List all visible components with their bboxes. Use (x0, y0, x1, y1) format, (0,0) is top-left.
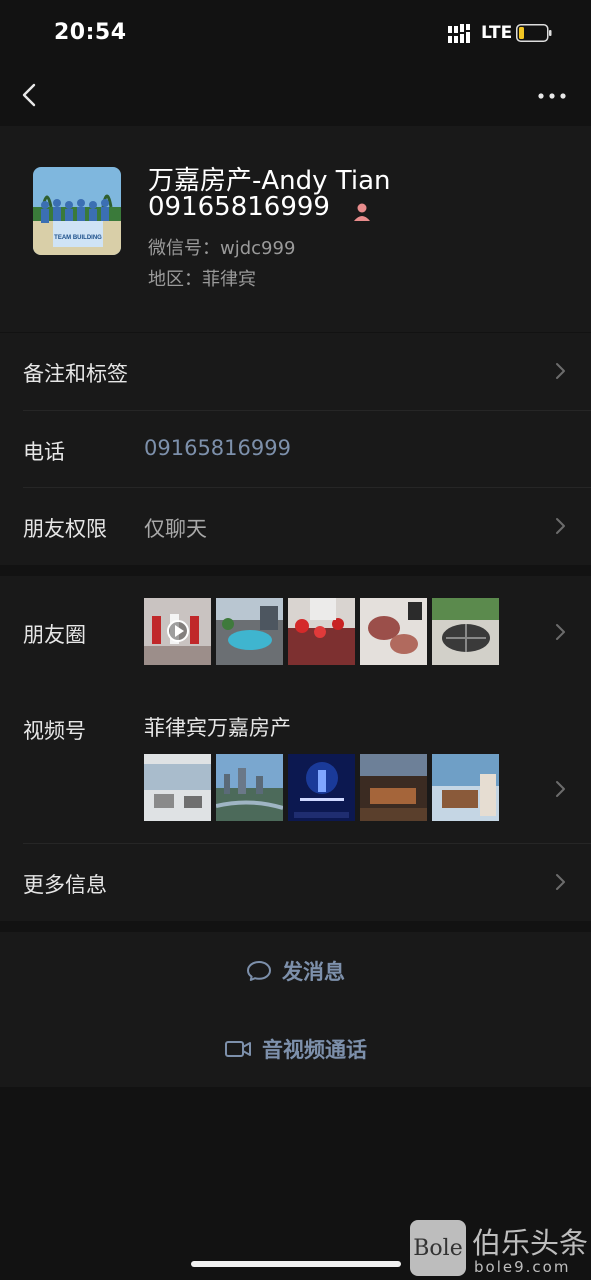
channels-row[interactable]: 视频号 菲律宾万嘉房产 (0, 686, 591, 843)
channels-thumbnails (144, 754, 499, 821)
send-message-button[interactable]: 发消息 (0, 936, 591, 1006)
more-info-row[interactable]: 更多信息 (0, 843, 591, 921)
channels-video[interactable] (144, 754, 211, 821)
moments-photo[interactable] (360, 598, 427, 665)
avatar-banner-text: TEAM BUILDING (54, 235, 102, 241)
moments-row[interactable]: 朋友圈 (0, 576, 591, 686)
profile-header: TEAM BUILDING 万嘉房产-Andy Tian 09165816999… (0, 126, 591, 332)
av-call-button[interactable]: 音视频通话 (0, 1014, 591, 1084)
network-type: LTE (481, 23, 513, 43)
moments-photo[interactable] (288, 598, 355, 665)
permission-value: 仅聊天 (144, 517, 207, 541)
female-person-icon (354, 203, 370, 221)
channels-video[interactable] (360, 754, 427, 821)
signal-bars-icon (448, 24, 470, 43)
moments-photo[interactable] (216, 598, 283, 665)
video-camera-icon (225, 1041, 251, 1057)
permission-row[interactable]: 朋友权限 仅聊天 (0, 487, 591, 565)
watermark-logo: Bole (410, 1220, 466, 1276)
wechat-id: 微信号：wjdc999 (148, 238, 296, 259)
remark-label: 备注和标签 (23, 362, 128, 386)
moments-photo[interactable] (432, 598, 499, 665)
nav-bar (0, 66, 591, 126)
avatar[interactable]: TEAM BUILDING (33, 167, 121, 255)
chevron-left-icon[interactable] (16, 80, 46, 110)
moments-photo[interactable] (144, 598, 211, 665)
status-bar: 20:54 LTE (0, 0, 591, 66)
region: 地区：菲律宾 (148, 269, 256, 290)
battery-low-icon (516, 24, 552, 42)
av-call-label: 音视频通话 (262, 1038, 367, 1062)
channels-label: 视频号 (23, 719, 86, 743)
actions-card: 发消息 音视频通话 (0, 932, 591, 1087)
remark-row[interactable]: 备注和标签 (0, 333, 591, 410)
social-card: 朋友圈 视频号 菲律宾万嘉房产 更多信息 (0, 576, 591, 921)
chevron-right-icon (556, 363, 565, 379)
chevron-right-icon (556, 781, 565, 797)
phone-label: 电话 (23, 440, 65, 464)
chevron-right-icon (556, 624, 565, 640)
watermark-title: 伯乐头条 (472, 1226, 589, 1260)
channels-video[interactable] (216, 754, 283, 821)
chat-bubble-icon (247, 961, 271, 981)
home-indicator[interactable] (191, 1261, 401, 1267)
more-info-label: 更多信息 (23, 873, 107, 897)
channels-video[interactable] (288, 754, 355, 821)
channels-name: 菲律宾万嘉房产 (144, 716, 291, 740)
chevron-right-icon (556, 518, 565, 534)
phone-number-link[interactable]: 09165816999 (144, 436, 291, 460)
contact-subtitle: 09165816999 (148, 192, 330, 222)
info-card: 备注和标签 电话 09165816999 朋友权限 仅聊天 (0, 333, 591, 565)
chevron-right-icon (556, 874, 565, 890)
channels-video[interactable] (432, 754, 499, 821)
status-time: 20:54 (54, 20, 127, 45)
send-message-label: 发消息 (282, 960, 345, 984)
site-watermark: Bole 伯乐头条 bole9.com (410, 1220, 591, 1278)
more-dots-icon[interactable] (532, 84, 572, 108)
moments-label: 朋友圈 (23, 623, 86, 647)
watermark-url: bole9.com (474, 1258, 571, 1276)
moments-thumbnails (144, 598, 499, 665)
permission-label: 朋友权限 (23, 517, 107, 541)
phone-row: 电话 09165816999 (0, 410, 591, 487)
